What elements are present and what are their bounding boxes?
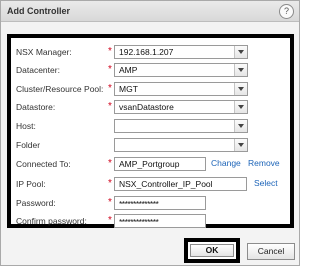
help-icon[interactable]: ? [279,4,294,19]
ok-button[interactable]: OK [190,244,234,257]
row-datastore: Datastore: * vsanDatastore [11,99,290,117]
password-label: Password: [16,198,56,208]
change-link[interactable]: Change [211,158,241,168]
datastore-select[interactable]: vsanDatastore [114,100,248,114]
ip-pool-label: IP Pool: [16,179,46,189]
nsx-manager-label: NSX Manager: [16,47,72,57]
add-controller-dialog: Add Controller ? NSX Manager: * 192.168.… [0,0,300,266]
password-value: ************** [119,199,159,209]
title-bar: Add Controller ? [1,1,299,22]
confirm-password-field[interactable]: ************** [114,214,206,228]
row-folder: Folder [11,137,290,155]
select-link[interactable]: Select [254,178,278,188]
required-marker: * [108,158,112,169]
datacenter-label: Datacenter: [16,65,60,75]
datastore-label: Datastore: [16,102,56,112]
host-select[interactable] [114,119,248,133]
cluster-select[interactable]: MGT [114,82,248,96]
connected-to-field[interactable]: AMP_Portgroup [114,157,206,171]
chevron-down-icon [238,68,244,72]
datacenter-dropdown-toggle[interactable] [234,64,247,76]
dialog-title: Add Controller [7,6,70,16]
datastore-dropdown-toggle[interactable] [234,101,247,113]
cancel-button[interactable]: Cancel [247,243,295,260]
chevron-down-icon [238,124,244,128]
row-ip-pool: IP Pool: * NSX_Controller_IP_Pool Select [11,176,290,194]
nsx-manager-select[interactable]: 192.168.1.207 [114,45,248,59]
datacenter-select[interactable]: AMP [114,63,248,77]
folder-dropdown-toggle[interactable] [234,139,247,151]
ok-button-highlight: OK [184,238,240,263]
chevron-down-icon [238,105,244,109]
row-confirm-password: Confirm password: * ************** [11,213,290,231]
cluster-value: MGT [119,84,138,94]
chevron-down-icon [238,50,244,54]
chevron-down-icon [238,143,244,147]
row-datacenter: Datacenter: * AMP [11,62,290,80]
required-marker: * [108,46,112,57]
required-marker: * [108,101,112,112]
cluster-dropdown-toggle[interactable] [234,83,247,95]
required-marker: * [108,83,112,94]
host-label: Host: [16,121,36,131]
row-cluster: Cluster/Resource Pool: * MGT [11,81,290,99]
required-marker: * [108,215,112,226]
password-field[interactable]: ************** [114,196,206,210]
datastore-value: vsanDatastore [119,102,174,112]
chevron-down-icon [238,87,244,91]
remove-link[interactable]: Remove [248,158,280,168]
folder-select[interactable] [114,138,248,152]
row-password: Password: * ************** [11,195,290,213]
folder-label: Folder [16,140,41,150]
nsx-manager-value: 192.168.1.207 [119,47,174,57]
ip-pool-value: NSX_Controller_IP_Pool [119,179,213,189]
row-host: Host: [11,118,290,136]
ip-pool-field[interactable]: NSX_Controller_IP_Pool [114,177,247,191]
connected-to-label: Connected To: [16,159,71,169]
row-nsx-manager: NSX Manager: * 192.168.1.207 [11,44,290,62]
confirm-password-label: Confirm password: [16,216,87,226]
datacenter-value: AMP [119,65,138,75]
host-dropdown-toggle[interactable] [234,120,247,132]
cluster-label: Cluster/Resource Pool: [16,84,104,94]
connected-to-value: AMP_Portgroup [119,159,180,169]
nsx-manager-dropdown-toggle[interactable] [234,46,247,58]
confirm-password-value: ************** [119,217,159,227]
row-connected-to: Connected To: * AMP_Portgroup Change Rem… [11,156,290,174]
required-marker: * [108,197,112,208]
controller-form: NSX Manager: * 192.168.1.207 Datacenter:… [7,34,294,228]
required-marker: * [108,178,112,189]
required-marker: * [108,64,112,75]
